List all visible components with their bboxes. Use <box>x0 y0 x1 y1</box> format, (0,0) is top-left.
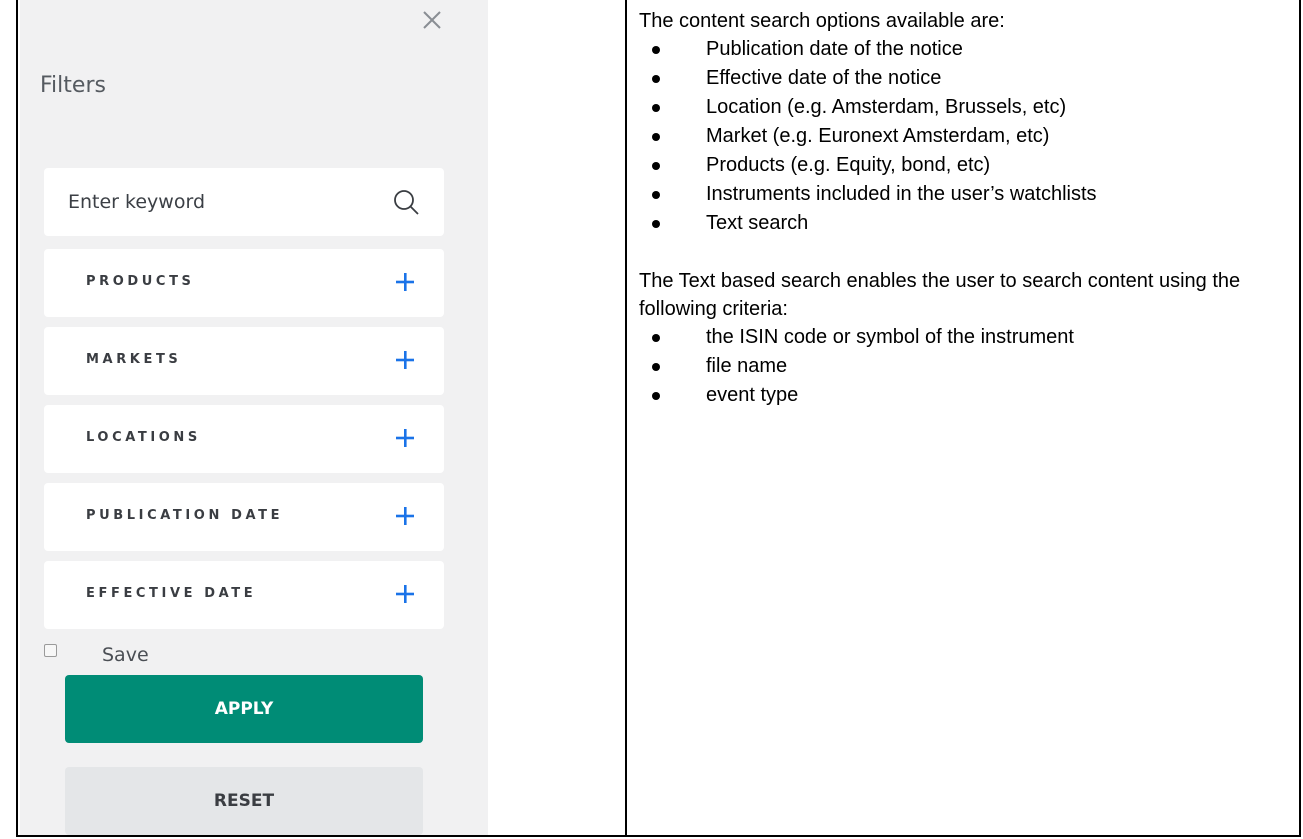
filters-title: Filters <box>40 73 106 98</box>
plus-icon[interactable] <box>394 349 416 371</box>
filter-label: PUBLICATION DATE <box>86 508 284 523</box>
save-label: Save <box>102 644 149 666</box>
bullet-icon <box>652 220 660 228</box>
list-item: Instruments included in the user’s watch… <box>639 180 1303 209</box>
plus-icon[interactable] <box>394 427 416 449</box>
filter-label: PRODUCTS <box>86 274 195 289</box>
list-item: Effective date of the notice <box>639 64 1303 93</box>
list-item: Market (e.g. Euronext Amsterdam, etc) <box>639 122 1303 151</box>
list-item: Publication date of the notice <box>639 35 1303 64</box>
filter-publication-date[interactable]: PUBLICATION DATE <box>44 483 444 551</box>
filter-markets[interactable]: MARKETS <box>44 327 444 395</box>
column-divider <box>625 0 627 835</box>
list-item-text: file name <box>706 355 788 377</box>
list-item-text: Publication date of the notice <box>706 38 963 60</box>
list-item: Location (e.g. Amsterdam, Brussels, etc) <box>639 93 1303 122</box>
filter-panel: Filters PRODUCTS MARKETS LOCATIONS <box>20 0 488 835</box>
list-item-text: the ISIN code or symbol of the instrumen… <box>706 326 1074 348</box>
description-cell: The content search options available are… <box>639 7 1303 410</box>
bullet-icon <box>652 104 660 112</box>
filter-effective-date[interactable]: EFFECTIVE DATE <box>44 561 444 629</box>
save-checkbox[interactable] <box>44 644 57 657</box>
bullet-icon <box>652 363 660 371</box>
bullet-icon <box>652 46 660 54</box>
filter-label: EFFECTIVE DATE <box>86 586 257 601</box>
plus-icon[interactable] <box>394 505 416 527</box>
filter-label: LOCATIONS <box>86 430 201 445</box>
apply-button[interactable]: APPLY <box>65 675 423 743</box>
search-options-list: Publication date of the notice Effective… <box>639 35 1303 238</box>
bullet-icon <box>652 334 660 342</box>
search-box <box>44 168 444 236</box>
document-table: Filters PRODUCTS MARKETS LOCATIONS <box>16 0 1301 837</box>
filter-products[interactable]: PRODUCTS <box>44 249 444 317</box>
list-item: event type <box>639 381 1303 410</box>
list-item-text: Text search <box>706 212 809 234</box>
plus-icon[interactable] <box>394 583 416 605</box>
bullet-icon <box>652 392 660 400</box>
reset-button[interactable]: RESET <box>65 767 423 835</box>
bullet-icon <box>652 162 660 170</box>
filter-label: MARKETS <box>86 352 182 367</box>
bullet-icon <box>652 75 660 83</box>
bullet-icon <box>652 191 660 199</box>
close-icon[interactable] <box>418 6 446 34</box>
list-item: Products (e.g. Equity, bond, etc) <box>639 151 1303 180</box>
list-item-text: Market (e.g. Euronext Amsterdam, etc) <box>706 125 1050 147</box>
text-search-intro: The Text based search enables the user t… <box>639 270 1241 320</box>
list-item-text: Effective date of the notice <box>706 67 942 89</box>
list-item-text: event type <box>706 384 799 406</box>
plus-icon[interactable] <box>394 271 416 293</box>
list-item: the ISIN code or symbol of the instrumen… <box>639 323 1303 352</box>
options-intro: The content search options available are… <box>639 10 1005 32</box>
text-search-criteria-list: the ISIN code or symbol of the instrumen… <box>639 323 1303 410</box>
list-item-text: Location (e.g. Amsterdam, Brussels, etc) <box>706 96 1067 118</box>
list-item-text: Instruments included in the user’s watch… <box>706 183 1097 205</box>
list-item: file name <box>639 352 1303 381</box>
search-input[interactable] <box>68 168 368 236</box>
search-icon[interactable] <box>392 188 420 216</box>
list-item: Text search <box>639 209 1303 238</box>
filter-locations[interactable]: LOCATIONS <box>44 405 444 473</box>
list-item-text: Products (e.g. Equity, bond, etc) <box>706 154 991 176</box>
bullet-icon <box>652 133 660 141</box>
